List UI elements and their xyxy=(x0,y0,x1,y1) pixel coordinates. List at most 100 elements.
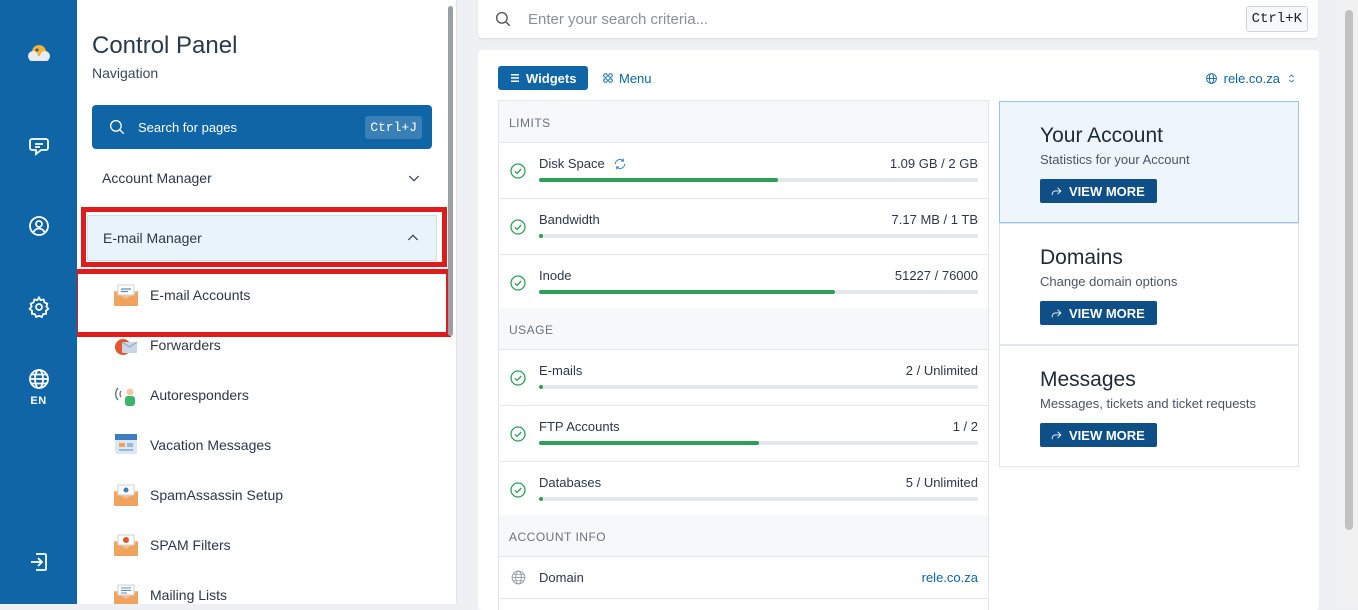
group-header-usage: USAGE xyxy=(499,308,988,350)
nav-item-spam-filters[interactable]: SPAM Filters xyxy=(113,530,231,560)
stat-value: 1 / 2 xyxy=(952,419,978,434)
stat-value: 5 / Unlimited xyxy=(905,475,978,490)
nav-item-label: E-mail Accounts xyxy=(150,287,251,303)
search-pages-button[interactable]: Search for pages Ctrl+J xyxy=(92,105,432,149)
page-scrollbar-thumb[interactable] xyxy=(1345,10,1353,530)
info-value-link[interactable]: rele.co.za xyxy=(922,570,978,585)
check-circle-icon xyxy=(510,482,526,498)
share-arrow-icon xyxy=(1051,186,1062,195)
section-label: E-mail Manager xyxy=(103,230,202,246)
progress-bar xyxy=(539,497,978,501)
stat-row-bandwidth: Bandwidth 7.17 MB / 1 TB xyxy=(499,199,988,255)
spam-filters-icon xyxy=(113,533,139,557)
language-label: EN xyxy=(30,395,47,407)
nav-item-vacation-messages[interactable]: Vacation Messages xyxy=(113,430,271,460)
stat-row-emails: E-mails 2 / Unlimited xyxy=(499,350,988,406)
nav-item-label: Vacation Messages xyxy=(150,437,272,453)
chevron-updown-icon xyxy=(1288,73,1295,83)
nav-item-spamassassin-setup[interactable]: SpamAssassin Setup xyxy=(113,480,283,510)
list-icon xyxy=(511,74,519,82)
nav-scrollbar-thumb[interactable] xyxy=(448,6,453,336)
check-circle-icon xyxy=(510,275,526,291)
globe-icon xyxy=(511,570,526,585)
section-email-manager[interactable]: E-mail Manager xyxy=(87,215,437,261)
email-accounts-icon xyxy=(113,283,139,307)
chevron-down-icon xyxy=(408,175,420,182)
stat-name: Bandwidth xyxy=(539,212,600,227)
domain-selector[interactable]: rele.co.za xyxy=(1205,66,1297,90)
dashboard-panel: Widgets Menu rele.co.za LIMITS Disk Spac… xyxy=(478,50,1319,610)
info-name: Domain xyxy=(539,570,584,585)
brand-logo-icon[interactable] xyxy=(0,38,77,70)
progress-fill xyxy=(539,385,544,389)
card-description: Messages, tickets and ticket requests xyxy=(1040,396,1257,411)
view-more-button[interactable]: VIEW MORE xyxy=(1040,423,1157,447)
nav-item-label: SpamAssassin Setup xyxy=(150,487,284,503)
progress-bar xyxy=(539,178,978,182)
messages-icon[interactable] xyxy=(0,130,77,162)
tab-menu[interactable]: Menu xyxy=(603,66,652,90)
logout-icon[interactable] xyxy=(0,546,77,578)
navigation-panel: Control Panel Navigation Search for page… xyxy=(77,0,457,604)
refresh-icon[interactable] xyxy=(613,157,627,171)
group-header-limits: LIMITS xyxy=(499,101,988,143)
vacation-messages-icon xyxy=(113,433,139,457)
stat-name: Databases xyxy=(539,475,602,490)
info-row-domain: Domain rele.co.za xyxy=(499,557,988,599)
nav-scrollbar[interactable] xyxy=(448,6,454,596)
global-search-bar[interactable]: Ctrl+K xyxy=(478,0,1318,38)
stat-row-disk-space: Disk Space 1.09 GB / 2 GB xyxy=(499,143,988,199)
stat-value: 51227 / 76000 xyxy=(894,268,978,283)
card-title: Your Account xyxy=(1040,124,1163,147)
stat-row-inode: Inode 51227 / 76000 xyxy=(499,255,988,311)
globe-icon xyxy=(1205,72,1217,84)
stats-panel: LIMITS Disk Space 1.09 GB / 2 GB Bandwid… xyxy=(498,100,989,610)
stat-value: 7.17 MB / 1 TB xyxy=(891,212,978,227)
progress-bar xyxy=(539,234,978,238)
view-more-button[interactable]: VIEW MORE xyxy=(1040,301,1157,325)
nav-item-forwarders[interactable]: Forwarders xyxy=(113,330,221,360)
progress-bar xyxy=(539,441,978,445)
nav-item-mailing-lists[interactable]: Mailing Lists xyxy=(113,580,227,604)
tab-widgets[interactable]: Widgets xyxy=(498,66,589,90)
search-icon xyxy=(495,11,511,27)
view-more-button[interactable]: VIEW MORE xyxy=(1040,179,1157,203)
stat-name: E-mails xyxy=(539,363,583,378)
page-title: Control Panel xyxy=(92,32,238,59)
card-messages: Messages Messages, tickets and ticket re… xyxy=(999,345,1299,467)
share-arrow-icon xyxy=(1051,430,1062,439)
stat-row-databases: Databases 5 / Unlimited xyxy=(499,462,988,518)
nav-item-email-accounts[interactable]: E-mail Accounts xyxy=(113,280,250,310)
section-account-manager[interactable]: Account Manager xyxy=(87,155,437,201)
card-title: Messages xyxy=(1040,368,1136,391)
progress-fill xyxy=(539,178,779,182)
card-domains: Domains Change domain options VIEW MORE xyxy=(999,223,1299,345)
autoresponders-icon xyxy=(113,383,139,407)
search-icon xyxy=(109,119,125,135)
page-scrollbar[interactable] xyxy=(1340,0,1358,604)
card-your-account: Your Account Statistics for your Account… xyxy=(999,101,1299,223)
progress-fill xyxy=(539,290,835,294)
card-description: Change domain options xyxy=(1040,274,1178,289)
stat-row-ftp-accounts: FTP Accounts 1 / 2 xyxy=(499,406,988,462)
search-shortcut: Ctrl+J xyxy=(365,115,422,139)
spamassassin-icon xyxy=(113,483,139,507)
group-header-account-info: ACCOUNT INFO xyxy=(499,515,988,557)
language-selector[interactable]: EN xyxy=(0,362,77,412)
progress-fill xyxy=(539,497,544,501)
global-search-input[interactable] xyxy=(528,10,1246,28)
search-pages-label: Search for pages xyxy=(138,119,238,135)
settings-icon[interactable] xyxy=(0,291,77,323)
stat-name: FTP Accounts xyxy=(539,419,620,434)
nav-subtitle: Navigation xyxy=(92,65,159,81)
mailing-lists-icon xyxy=(113,583,139,604)
domain-selector-value: rele.co.za xyxy=(1223,70,1280,86)
icon-rail: EN xyxy=(0,0,77,604)
progress-bar xyxy=(539,385,978,389)
tab-label: Menu xyxy=(619,70,652,86)
nav-item-autoresponders[interactable]: Autoresponders xyxy=(113,380,249,410)
profile-icon[interactable] xyxy=(0,210,77,242)
tab-label: Widgets xyxy=(526,70,577,86)
stat-name: Disk Space xyxy=(539,156,605,171)
nav-item-label: Mailing Lists xyxy=(150,587,228,603)
